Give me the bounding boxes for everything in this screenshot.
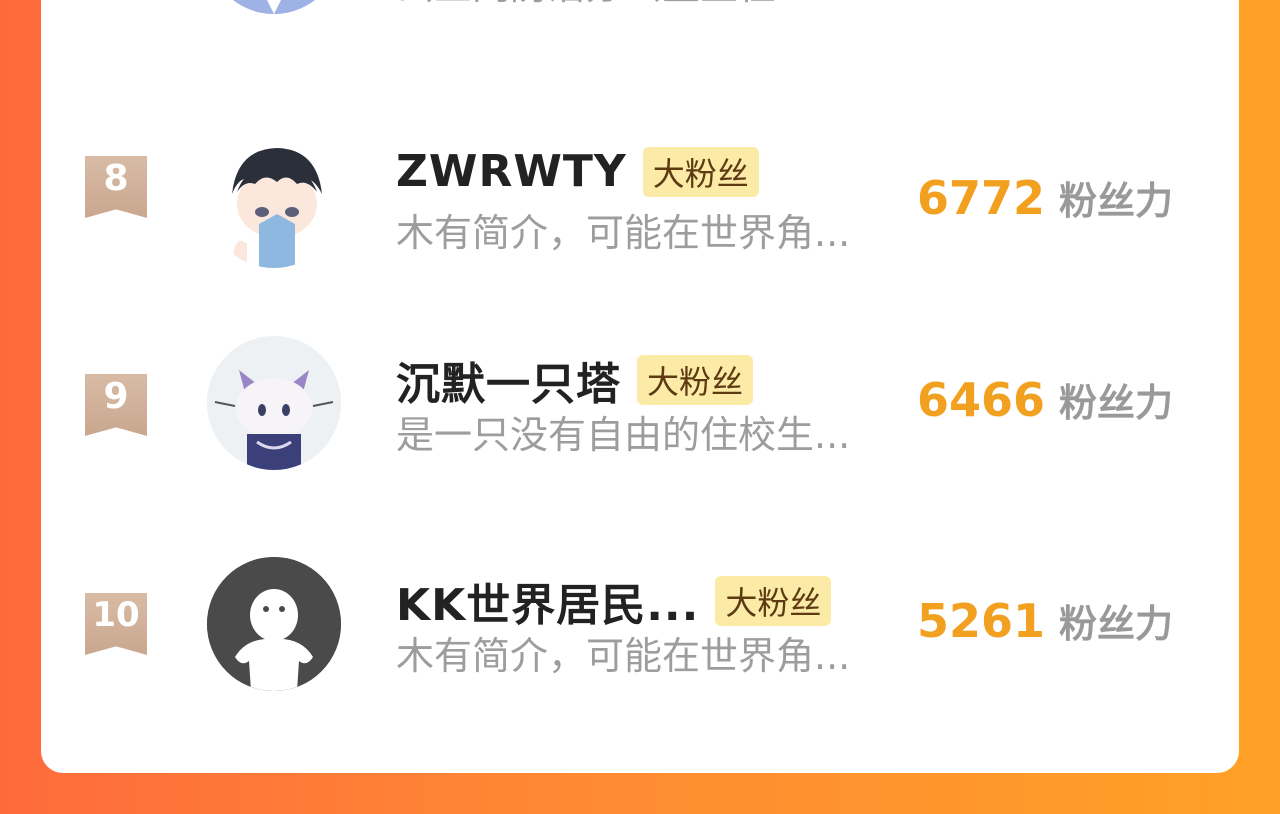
fan-power-unit: 粉丝力 xyxy=(1059,381,1174,425)
list-item-prev[interactable]: 云上网防治办公室主任 xyxy=(41,0,1239,30)
fan-level-badge: 大粉丝 xyxy=(637,355,754,405)
rank-ribbon: 9 xyxy=(85,374,147,436)
default-avatar-icon xyxy=(207,557,341,691)
user-bio: 云上网防治办公室主任 xyxy=(396,0,776,10)
avatar-cat-icon xyxy=(207,336,341,470)
avatar[interactable] xyxy=(207,336,341,470)
fan-power: 6466 粉丝力 xyxy=(917,372,1173,427)
fan-level-badge: 大粉丝 xyxy=(715,576,832,626)
user-bio: 是一只没有自由的住校生... xyxy=(396,413,851,457)
user-bio: 木有简介，可能在世界角... xyxy=(396,634,851,678)
fan-power-unit: 粉丝力 xyxy=(1059,179,1174,223)
fan-power-value: 6772 xyxy=(917,171,1046,225)
user-name[interactable]: ZWRWTY xyxy=(396,146,627,197)
fan-ranking-card: 云上网防治办公室主任 8 ZWRWTY 大粉丝 木有简介，可能在世界角... 6… xyxy=(41,0,1239,773)
avatar-boy-icon xyxy=(207,134,341,268)
rank-ribbon: 8 xyxy=(85,156,147,218)
fan-power-value: 5261 xyxy=(917,594,1046,648)
fan-power-unit: 粉丝力 xyxy=(1059,602,1174,646)
avatar[interactable] xyxy=(207,557,341,691)
name-line: KK世界居民... 大粉丝 xyxy=(396,569,832,633)
avatar[interactable] xyxy=(207,134,341,268)
list-item-rank-8[interactable]: 8 ZWRWTY 大粉丝 木有简介，可能在世界角... 6772 粉丝力 xyxy=(41,134,1239,284)
rank-ribbon: 10 xyxy=(85,593,147,655)
list-item-rank-10[interactable]: 10 KK世界居民... 大粉丝 木有简介，可能在世界角... 5261 粉丝力 xyxy=(41,557,1239,707)
fan-power-value: 6466 xyxy=(917,373,1046,427)
name-line: ZWRWTY 大粉丝 xyxy=(396,146,759,197)
fan-power: 6772 粉丝力 xyxy=(917,170,1173,225)
avatar[interactable] xyxy=(207,0,341,14)
name-line: 沉默一只塔 大粉丝 xyxy=(396,348,754,412)
user-name[interactable]: 沉默一只塔 xyxy=(396,348,621,412)
list-item-rank-9[interactable]: 9 沉默一只塔 大粉丝 是一只没有自由的住校生... 6466 粉丝力 xyxy=(41,336,1239,486)
user-name[interactable]: KK世界居民... xyxy=(396,569,699,633)
user-bio: 木有简介，可能在世界角... xyxy=(396,211,851,255)
avatar-image-icon xyxy=(207,0,341,14)
fan-power: 5261 粉丝力 xyxy=(917,593,1173,648)
fan-level-badge: 大粉丝 xyxy=(642,146,759,197)
